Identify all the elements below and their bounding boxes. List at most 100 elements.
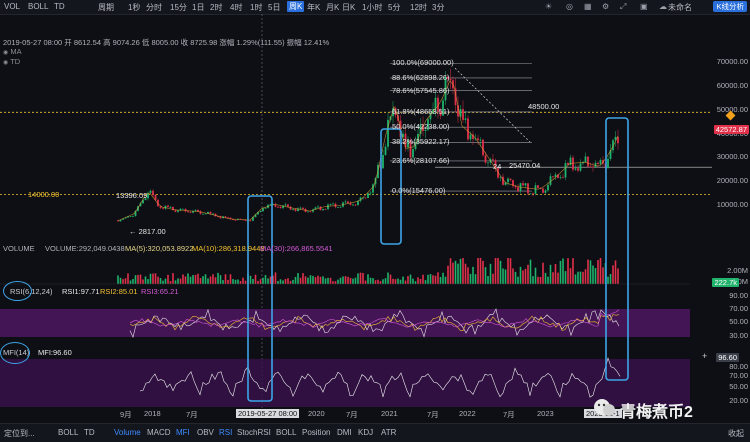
- bottom-position[interactable]: Position: [302, 428, 330, 437]
- candle-body: [479, 139, 482, 141]
- grid-icon[interactable]: ▦: [584, 2, 592, 11]
- highlight-box: [605, 117, 629, 381]
- time-axis-label: 2022: [459, 409, 476, 418]
- bottom-td[interactable]: TD: [84, 428, 95, 437]
- volume-bar: [314, 277, 317, 284]
- bottom-mfi[interactable]: MFI: [176, 428, 190, 437]
- period-4h[interactable]: 4时: [230, 2, 242, 13]
- period-12h[interactable]: 12时: [410, 2, 427, 13]
- volume-bar: [209, 276, 212, 284]
- period-year-k[interactable]: 年K: [307, 2, 320, 13]
- candle-body: [554, 174, 557, 177]
- volume-bar: [167, 274, 169, 284]
- volume-bar: [562, 258, 564, 284]
- bottom-boll[interactable]: BOLL: [58, 428, 78, 437]
- period-1s[interactable]: 1秒: [128, 2, 140, 13]
- candle-body: [502, 176, 504, 185]
- volume-bar: [457, 263, 459, 284]
- bottom-kdj[interactable]: KDJ: [358, 428, 373, 437]
- fib-label: 100.0%(69000.00): [392, 58, 454, 68]
- volume-bar: [344, 276, 347, 284]
- cloud-icon[interactable]: ☁: [659, 2, 667, 11]
- locate-button[interactable]: 定位到...: [4, 428, 35, 439]
- sun-icon[interactable]: ☀: [545, 2, 552, 11]
- volume-bar: [339, 277, 342, 284]
- volume-bar: [497, 258, 499, 284]
- candle-body: [322, 209, 324, 211]
- volume-bar: [579, 271, 582, 284]
- bottom-rsi[interactable]: RSI: [219, 428, 232, 437]
- period-1d-a[interactable]: 1日: [192, 2, 204, 13]
- candle-body: [532, 193, 534, 195]
- candle-body: [572, 157, 574, 170]
- volume-bar: [359, 272, 362, 284]
- settings-icon[interactable]: ⚙: [602, 2, 609, 11]
- period-1hour[interactable]: 1小时: [362, 2, 382, 13]
- td-toggle[interactable]: TD: [54, 2, 65, 11]
- volume-bar: [357, 273, 359, 284]
- volume-bar: [277, 281, 279, 284]
- time-axis-label: 2023: [537, 409, 554, 418]
- period-month-k[interactable]: 月K: [326, 2, 339, 13]
- add-indicator-icon[interactable]: +: [702, 351, 707, 361]
- period-2h[interactable]: 2时: [210, 2, 222, 13]
- volume-bar: [514, 271, 517, 284]
- candle-body: [344, 201, 347, 203]
- volume-bar: [119, 277, 122, 284]
- bottom-boll-2[interactable]: BOLL: [276, 428, 296, 437]
- fullscreen-icon[interactable]: ⤢: [620, 2, 626, 12]
- volume-bar: [152, 273, 154, 284]
- camera-icon[interactable]: ◎: [566, 2, 573, 11]
- account-name[interactable]: 未命名: [668, 2, 692, 13]
- volume-bar: [212, 274, 214, 284]
- price-axis-label: 60000.00: [716, 80, 748, 90]
- time-axis-label: 2019-05-27 08:00: [236, 409, 300, 418]
- candle-body: [302, 207, 304, 209]
- volume-bar: [599, 258, 602, 284]
- bottom-atr[interactable]: ATR: [381, 428, 396, 437]
- time-axis-label: 7月: [427, 410, 439, 419]
- volume-ma10: MA(10):286,318.9448: [192, 244, 265, 253]
- volume-bar: [239, 281, 242, 284]
- period-15m[interactable]: 15分: [170, 2, 187, 13]
- volume-bar: [157, 276, 159, 284]
- rsi-overbought-band: [0, 309, 690, 337]
- period-5d[interactable]: 5日: [268, 2, 280, 13]
- volume-bar: [154, 273, 157, 284]
- watermark: 青梅煮币2: [592, 395, 742, 421]
- kline-analysis-button[interactable]: K线分析: [713, 1, 747, 12]
- period-1h-a[interactable]: 1时: [250, 2, 262, 13]
- candle-body: [284, 204, 287, 206]
- volume-bar: [132, 279, 134, 284]
- vol-toggle[interactable]: VOL: [4, 2, 20, 11]
- period-3min[interactable]: 3分: [432, 2, 444, 13]
- candle-body: [464, 118, 467, 120]
- bottom-macd[interactable]: MACD: [147, 428, 171, 437]
- candle-body: [337, 206, 339, 208]
- boll-toggle[interactable]: BOLL: [28, 2, 48, 11]
- period-week-k[interactable]: 周K: [287, 1, 305, 12]
- candle-body: [197, 209, 199, 212]
- volume-bar: [439, 276, 442, 284]
- bottom-dmi[interactable]: DMI: [337, 428, 352, 437]
- candle-body: [477, 138, 479, 141]
- period-menu[interactable]: 周期: [98, 2, 114, 13]
- layout-icon[interactable]: ▣: [640, 2, 648, 11]
- collapse-button[interactable]: 收起: [728, 428, 744, 439]
- volume-bar: [334, 281, 337, 284]
- bottom-volume[interactable]: Volume: [114, 428, 141, 437]
- period-5min[interactable]: 5分: [388, 2, 400, 13]
- period-day-k[interactable]: 日K: [342, 2, 355, 13]
- mfi-axis-label: 70.00: [729, 371, 748, 380]
- chart-canvas[interactable]: [0, 14, 750, 423]
- volume-bar: [552, 272, 554, 284]
- candle-body: [537, 185, 539, 188]
- candle-body: [307, 211, 309, 213]
- bottom-stochrsi[interactable]: StochRSI: [237, 428, 271, 437]
- candle-body: [224, 216, 227, 218]
- fib-label: 88.6%(62898.26): [392, 72, 450, 82]
- volume-bar: [609, 273, 612, 284]
- period-timeshare[interactable]: 分时: [146, 2, 162, 13]
- bottom-obv[interactable]: OBV: [197, 428, 214, 437]
- volume-bar: [589, 260, 592, 284]
